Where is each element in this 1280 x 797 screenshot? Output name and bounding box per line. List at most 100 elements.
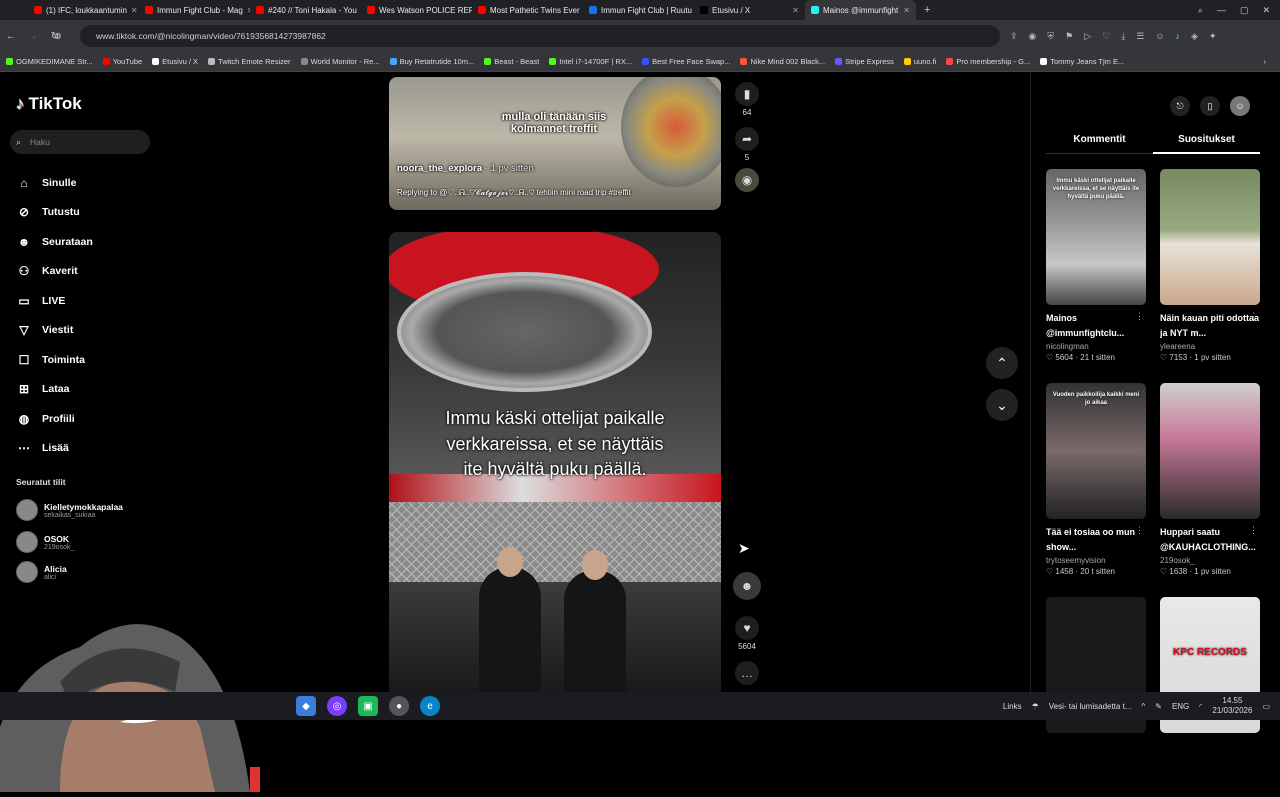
device-icon[interactable]: ▯ (1200, 96, 1220, 116)
sidebar-item-kaverit[interactable]: ⚇Kaverit (16, 257, 93, 287)
sidebar-item-live[interactable]: ▭LIVE (16, 286, 93, 316)
more-options-icon[interactable]: ⋮ (1135, 525, 1144, 536)
forward-icon[interactable]: → (22, 31, 44, 42)
maximize-icon[interactable]: ▢ (1240, 5, 1249, 16)
followed-account[interactable]: OSOK219osok_ (16, 531, 74, 553)
sidebar-item-lisää[interactable]: ⋯Lisää (16, 434, 93, 464)
tab-comments[interactable]: Kommentit (1046, 134, 1153, 154)
tab-favicon-icon (589, 6, 597, 14)
spotify-icon[interactable]: ▣ (358, 696, 378, 716)
shield-icon[interactable]: ⛨ (1047, 31, 1054, 42)
followed-account[interactable]: Kielletymokkapalaasekaikas_sukiaa (16, 499, 123, 521)
bookmark-item[interactable]: Beast - Beast (484, 57, 539, 66)
recommended-video-card[interactable]: Huppari saatu @KAUHACLOTHING... 219osok_… (1160, 383, 1260, 576)
download-icon[interactable]: ⤓ (1121, 31, 1125, 42)
followed-account[interactable]: Aliciaalici (16, 561, 67, 583)
back-icon[interactable]: ← (0, 31, 22, 42)
video-card-1[interactable]: mulla oli tänään siis kolmannet treffit … (389, 77, 721, 210)
notifications-icon[interactable]: ▭ (1262, 702, 1270, 711)
bookmark-item[interactable]: Buy Retatrutide 10m... (390, 57, 475, 66)
browser-tab[interactable]: Etusivu / X✕ (694, 0, 805, 20)
heart-icon[interactable]: ♡ (1102, 31, 1110, 42)
browser-tab[interactable]: Most Pathetic Twins Ever✕ (472, 0, 583, 20)
bookmarks-overflow-icon[interactable]: › (1264, 57, 1280, 66)
sidebar-item-tutustu[interactable]: ⊘Tutustu (16, 198, 93, 228)
steam-icon[interactable]: ● (389, 696, 409, 716)
site-info-icon[interactable]: ⚙ (54, 25, 62, 47)
sidebar-item-profiili[interactable]: ◍Profiili (16, 404, 93, 434)
creator-avatar[interactable]: ☻ (733, 572, 761, 600)
search-tabs-icon[interactable]: ⌕ (1198, 5, 1203, 16)
language-indicator[interactable]: ENG (1172, 702, 1189, 711)
browser-tab[interactable]: Immun Fight Club | Ruutu✕ (583, 0, 694, 20)
share-arrow-icon[interactable]: ➦ (735, 127, 759, 151)
bookmark-item[interactable]: Tommy Jeans Tjm E... (1040, 57, 1124, 66)
links-label[interactable]: Links (1003, 702, 1022, 711)
sound-disc-icon[interactable]: ◉ (735, 168, 759, 192)
bookmark-item[interactable]: YouTube (103, 57, 142, 66)
more-options-icon[interactable]: ⋮ (1135, 311, 1144, 322)
ai-icon[interactable]: ✦ (1209, 31, 1217, 42)
recommended-video-card[interactable]: Näin kauan piti odottaa ja NYT m... ylea… (1160, 169, 1260, 362)
browser-tab[interactable]: #240 // Toni Hakala - You✕ (250, 0, 361, 20)
bookmark-favicon-icon (152, 58, 159, 65)
browser-tab[interactable]: (1) IFC, loukkaantumin✕ (28, 0, 139, 20)
tray-chevron-icon[interactable]: ^ (1141, 702, 1145, 711)
profile-icon[interactable]: ☺ (1155, 31, 1164, 41)
bookmark-item[interactable]: Intel i7-14700F | RX... (549, 57, 632, 66)
browser-tab[interactable]: Immun Fight Club - Mag✕ (139, 0, 250, 20)
browser-tab[interactable]: Wes Watson POLICE REPO✕ (361, 0, 472, 20)
translate-icon[interactable]: ⚑ (1065, 31, 1073, 42)
camera-icon[interactable]: ◉ (1029, 31, 1037, 42)
tiktok-ext-icon[interactable]: ♪ (1176, 31, 1181, 41)
like-heart-icon[interactable]: ♥ (735, 616, 759, 640)
bookmark-item[interactable]: uuno.fi (904, 57, 937, 66)
search-input[interactable]: ⌕ Haku (10, 130, 150, 154)
edge-icon[interactable]: e (420, 696, 440, 716)
tiktok-logo[interactable]: ♪ TikTok (16, 94, 82, 114)
recommended-video-card[interactable]: Vuoden paikkoilija kaikki meni jo aikaaT… (1046, 383, 1146, 576)
play-icon[interactable]: ▷ (1084, 31, 1091, 42)
sidebar-item-toiminta[interactable]: ☐Toiminta (16, 345, 93, 375)
video-player[interactable]: Immu käski ottelijat paikalle verkkareis… (389, 232, 721, 692)
close-tab-icon[interactable]: ✕ (131, 6, 138, 15)
box-icon[interactable]: ◈ (1191, 31, 1198, 42)
share-icon[interactable]: ⇪ (1010, 31, 1018, 42)
menu-icon[interactable]: ☰ (1136, 31, 1144, 42)
more-options-icon[interactable]: ⋮ (1249, 525, 1258, 536)
cast-icon[interactable]: ⎋ (1170, 96, 1190, 116)
close-tab-icon[interactable]: ✕ (903, 6, 910, 15)
sidebar-item-viestit[interactable]: ▽Viestit (16, 316, 93, 346)
sidebar-item-lataa[interactable]: ⊞Lataa (16, 375, 93, 405)
more-options-icon[interactable]: ⋮ (1249, 311, 1258, 322)
bookmark-item[interactable]: Pro membership - G... (946, 57, 1030, 66)
minimize-icon[interactable]: — (1217, 5, 1226, 15)
chrome-icon[interactable]: ◎ (327, 696, 347, 716)
copilot-icon[interactable]: ◆ (296, 696, 316, 716)
previous-video-button[interactable]: ⌃ (986, 347, 1018, 379)
user-avatar[interactable]: ☺ (1230, 96, 1250, 116)
bookmark-item[interactable]: World Monitor - Re... (301, 57, 380, 66)
recommended-video-card[interactable]: Immu käski ottelijat paikalle verkkareis… (1046, 169, 1146, 362)
wifi-icon[interactable]: ◜ (1199, 702, 1202, 711)
sidebar-item-seurataan[interactable]: ☻Seurataan (16, 227, 93, 257)
bookmark-item[interactable]: Etusivu / X (152, 57, 198, 66)
tab-recommendations[interactable]: Suositukset (1153, 134, 1260, 154)
new-tab-button[interactable]: + (924, 4, 930, 16)
close-tab-icon[interactable]: ✕ (792, 6, 799, 15)
bookmark-icon[interactable]: ▮ (735, 82, 759, 106)
sidebar-item-sinulle[interactable]: ⌂Sinulle (16, 168, 93, 198)
url-field[interactable]: ⚙ www.tiktok.com/@nicolingman/video/7619… (80, 25, 1000, 47)
bookmark-item[interactable]: Best Free Face Swap... (642, 57, 730, 66)
pen-icon[interactable]: ✎ (1155, 702, 1162, 711)
bookmark-item[interactable]: Twitch Emote Resizer (208, 57, 291, 66)
close-window-icon[interactable]: ✕ (1262, 5, 1270, 16)
next-video-button[interactable]: ⌄ (986, 389, 1018, 421)
weather-text[interactable]: Vesi- tai lumisadetta t... (1049, 702, 1132, 711)
bookmark-item[interactable]: Stripe Express (835, 57, 894, 66)
browser-tab[interactable]: Mainos @immunfight✕ (805, 0, 916, 20)
clock[interactable]: 14.55 21/03/2026 (1212, 696, 1252, 716)
bookmark-item[interactable]: Nike Mind 002 Black... (740, 57, 825, 66)
bookmark-item[interactable]: OGMIKEDIMANE Str... (6, 57, 93, 66)
comment-icon[interactable]: … (735, 661, 759, 685)
